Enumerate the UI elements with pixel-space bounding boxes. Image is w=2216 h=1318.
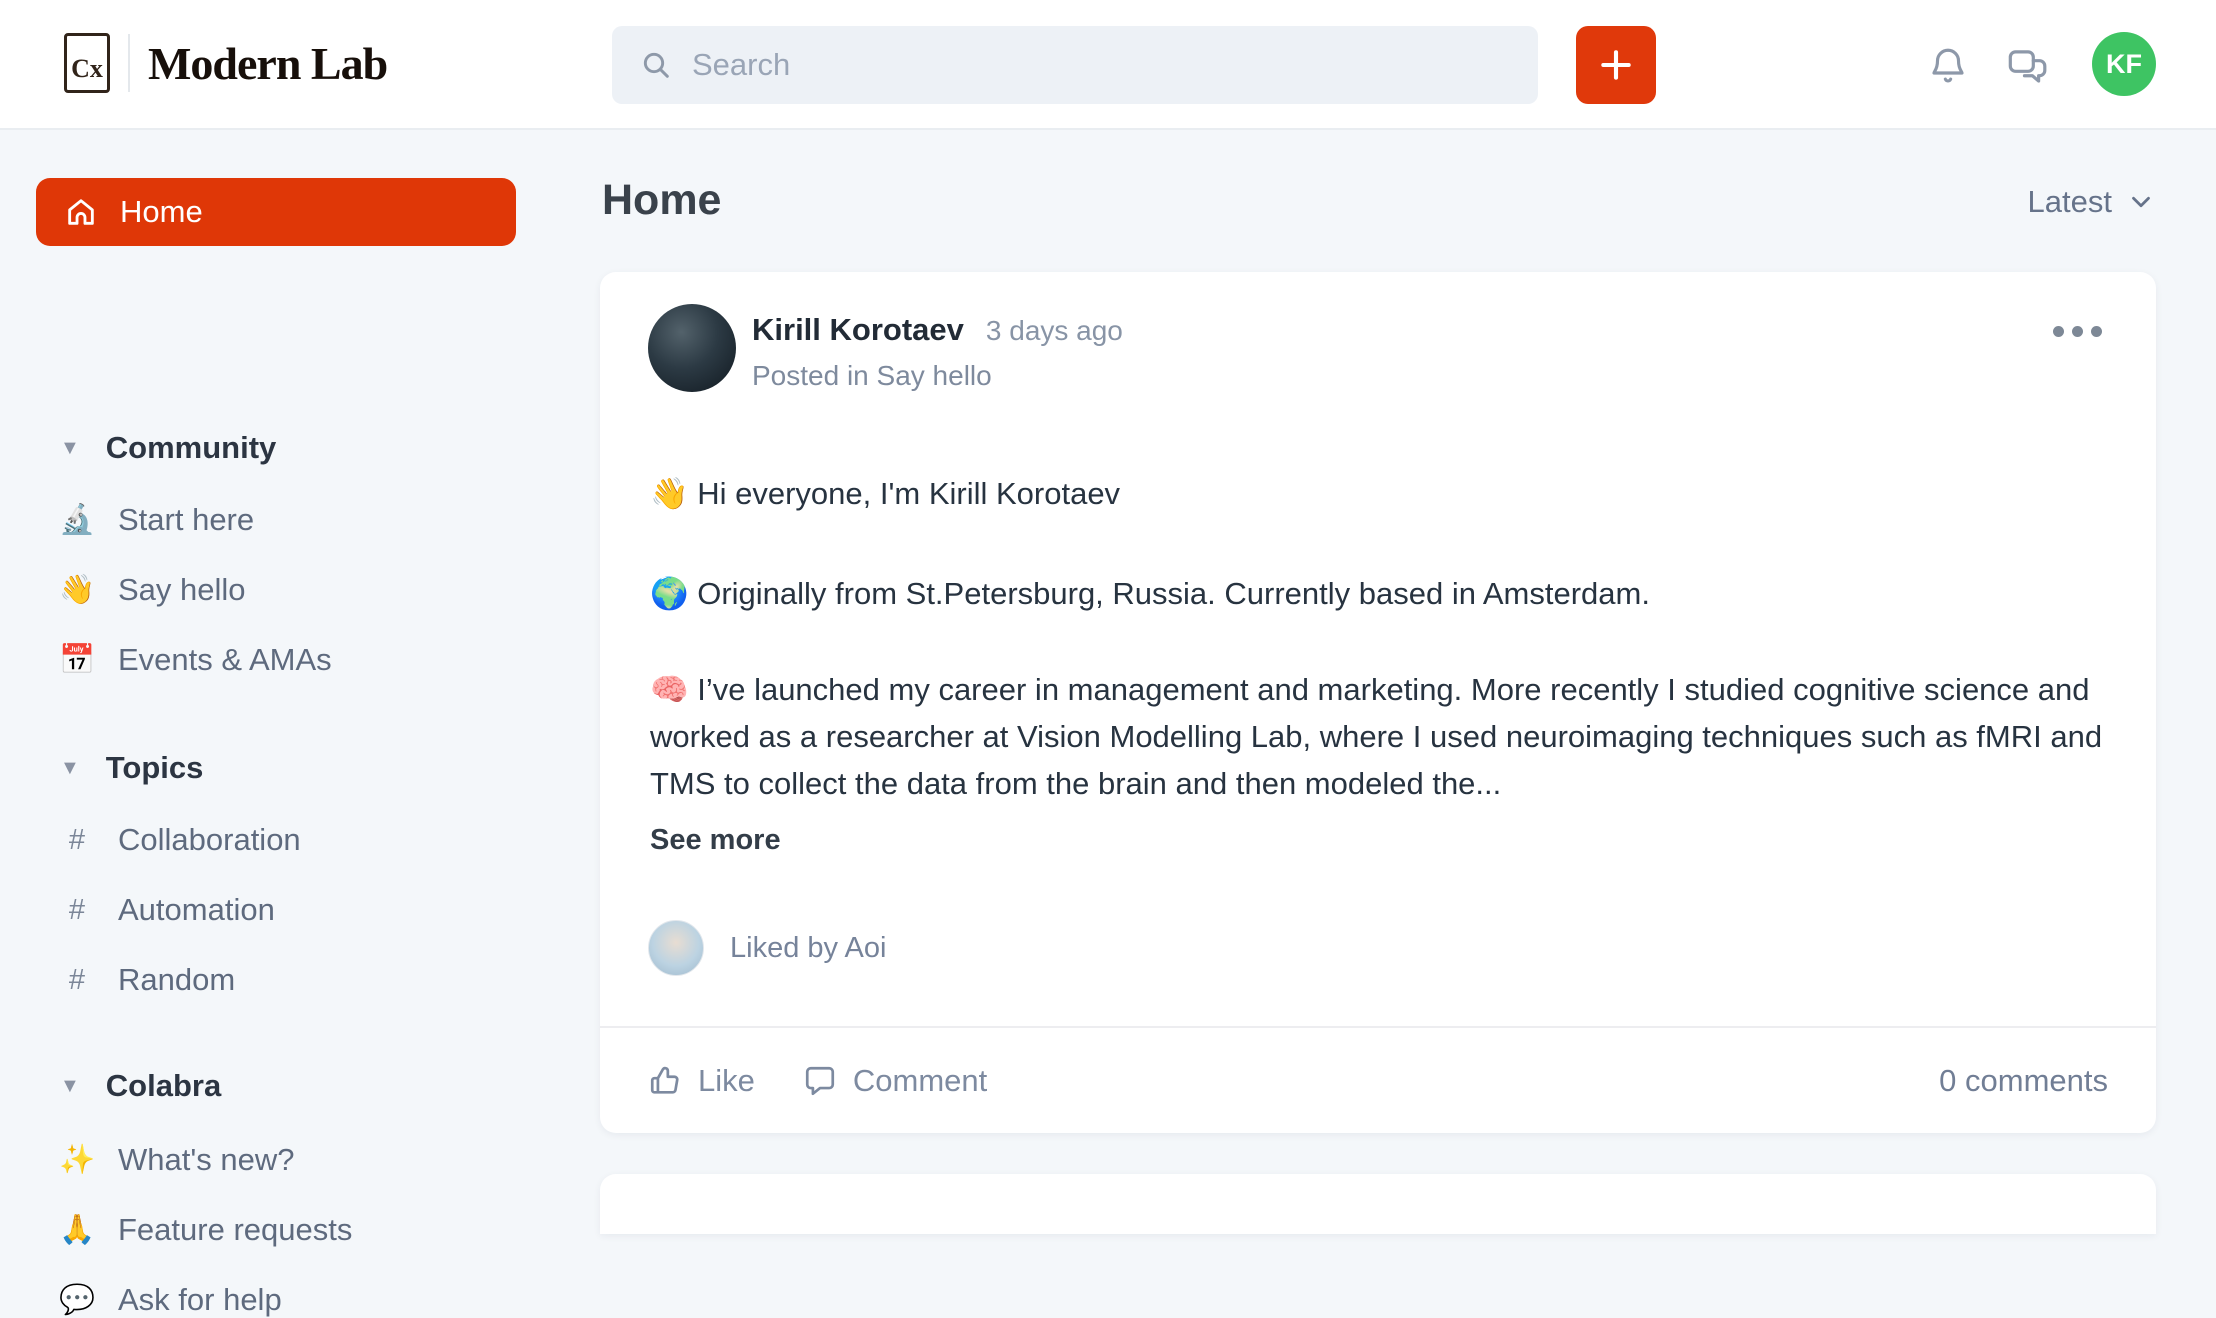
page-title: Home <box>602 176 721 225</box>
liked-by-label: Liked by Aoi <box>730 932 886 965</box>
chat-bubbles-icon <box>2005 43 2051 89</box>
post-card: Kirill Korotaev 3 days ago Posted in Say… <box>600 272 2156 1133</box>
post-action-bar: Like Comment 0 comments <box>600 1028 2156 1133</box>
ellipsis-icon <box>2091 326 2102 337</box>
home-icon <box>64 195 98 229</box>
sidebar-section-colabra[interactable]: ▼ Colabra <box>60 1068 221 1104</box>
hash-icon: # <box>58 964 96 997</box>
like-button[interactable]: Like <box>648 1063 755 1099</box>
calendar-emoji-icon: 📅 <box>58 643 96 677</box>
post-author-name[interactable]: Kirill Korotaev <box>752 312 964 348</box>
pray-emoji-icon: 🙏 <box>58 1213 96 1247</box>
sort-label: Latest <box>2028 184 2112 220</box>
sidebar-section-community[interactable]: ▼ Community <box>60 430 276 466</box>
sidebar-item-ask-for-help[interactable]: 💬 Ask for help <box>58 1282 282 1318</box>
post-author-avatar[interactable] <box>648 304 736 392</box>
ellipsis-icon <box>2053 326 2064 337</box>
sort-dropdown[interactable]: Latest <box>2028 184 2156 220</box>
liked-by-row: Liked by Aoi <box>648 920 886 976</box>
app-logo[interactable]: Cx Modern Lab <box>64 33 387 93</box>
sidebar-item-whats-new[interactable]: ✨ What's new? <box>58 1142 295 1178</box>
messages-button[interactable] <box>2004 42 2052 90</box>
sidebar-item-collaboration[interactable]: # Collaboration <box>58 822 301 858</box>
post-context[interactable]: Posted in Say hello <box>752 360 992 392</box>
logo-title: Modern Lab <box>148 37 387 90</box>
triangle-down-icon: ▼ <box>60 437 80 460</box>
post-paragraph: 🧠 I’ve launched my career in management … <box>650 666 2110 807</box>
notifications-button[interactable] <box>1924 42 1972 90</box>
create-post-button[interactable] <box>1576 26 1656 104</box>
plus-icon <box>1597 46 1635 84</box>
sidebar-item-automation[interactable]: # Automation <box>58 892 275 928</box>
sidebar-home-label: Home <box>120 194 203 230</box>
see-more-link[interactable]: See more <box>650 824 781 857</box>
next-post-card[interactable] <box>600 1174 2156 1234</box>
search-bar[interactable] <box>612 26 1538 104</box>
comment-icon <box>803 1064 837 1098</box>
sidebar-item-feature-requests[interactable]: 🙏 Feature requests <box>58 1212 352 1248</box>
sidebar-section-topics[interactable]: ▼ Topics <box>60 750 203 786</box>
wave-emoji-icon: 👋 <box>58 573 96 607</box>
post-paragraph: 👋 Hi everyone, I'm Kirill Korotaev <box>650 470 2110 517</box>
sidebar-item-random[interactable]: # Random <box>58 962 235 998</box>
sidebar-item-home[interactable]: Home <box>36 178 516 246</box>
bell-icon <box>1927 45 1969 87</box>
comments-count: 0 comments <box>1939 1063 2108 1099</box>
triangle-down-icon: ▼ <box>60 757 80 780</box>
post-paragraph: 🌍 Originally from St.Petersburg, Russia.… <box>650 570 2110 617</box>
sparkles-emoji-icon: ✨ <box>58 1143 96 1177</box>
ellipsis-icon <box>2072 326 2083 337</box>
logo-badge: Cx <box>64 33 110 93</box>
post-timestamp: 3 days ago <box>986 315 1123 347</box>
comment-button[interactable]: Comment <box>803 1063 987 1099</box>
logo-divider <box>128 34 130 92</box>
sidebar-item-say-hello[interactable]: 👋 Say hello <box>58 572 246 608</box>
hash-icon: # <box>58 824 96 857</box>
search-input[interactable] <box>692 47 1510 83</box>
microscope-emoji-icon: 🔬 <box>58 503 96 537</box>
thumbs-up-icon <box>648 1064 682 1098</box>
search-icon <box>640 49 672 81</box>
top-header: Cx Modern Lab KF <box>0 0 2216 130</box>
user-avatar[interactable]: KF <box>2092 32 2156 96</box>
speech-balloon-emoji-icon: 💬 <box>58 1283 96 1317</box>
liker-avatar[interactable] <box>648 920 704 976</box>
main-content: Home Latest Kirill Korotaev 3 days ago P… <box>600 130 2156 1192</box>
sidebar: Home ▼ Community 🔬 Start here 👋 Say hell… <box>0 130 560 1192</box>
triangle-down-icon: ▼ <box>60 1075 80 1098</box>
hash-icon: # <box>58 894 96 927</box>
comment-label: Comment <box>853 1063 987 1099</box>
like-label: Like <box>698 1063 755 1099</box>
sidebar-item-events-amas[interactable]: 📅 Events & AMAs <box>58 642 332 678</box>
chevron-down-icon <box>2126 187 2156 217</box>
sidebar-item-start-here[interactable]: 🔬 Start here <box>58 502 254 538</box>
post-options-button[interactable] <box>2045 318 2110 345</box>
user-avatar-initials: KF <box>2106 49 2142 80</box>
